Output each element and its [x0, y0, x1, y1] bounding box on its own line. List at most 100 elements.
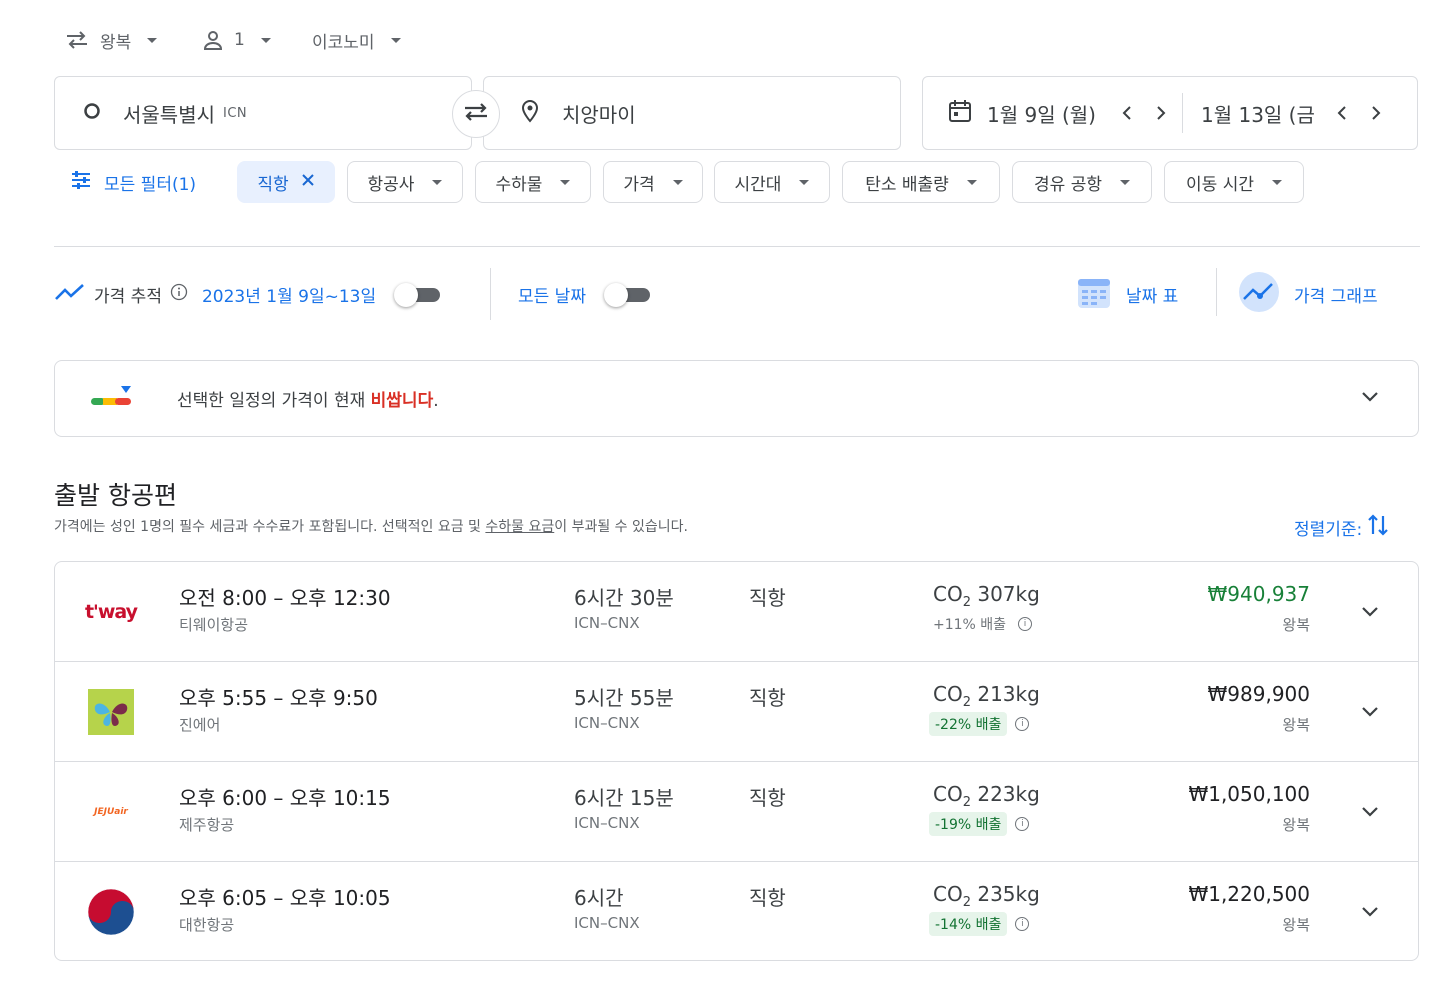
chevron-down-icon[interactable] — [1360, 389, 1380, 408]
flight-row[interactable]: 오후 5:55 – 오후 9:50 진에어 5시간 55분 ICN–CNX 직항… — [55, 662, 1418, 762]
trip-type-select[interactable]: 왕복 — [64, 26, 158, 54]
price-graph-label: 가격 그래프 — [1294, 286, 1378, 307]
info-icon[interactable]: i — [1015, 817, 1030, 831]
filter-chip-times[interactable]: 시간대 — [714, 161, 830, 203]
close-icon[interactable] — [301, 172, 315, 192]
chevron-right-icon[interactable] — [1144, 93, 1178, 133]
filter-chip-label: 직항 — [257, 174, 289, 195]
filter-chip-emissions[interactable]: 탄소 배출량 — [842, 161, 1000, 203]
filter-chip-nonstop[interactable]: 직항 — [237, 161, 335, 203]
swap-arrows-icon — [64, 30, 90, 50]
baggage-fees-link[interactable]: 수하물 요금 — [485, 519, 554, 535]
filter-chip-label: 시간대 — [734, 174, 782, 195]
flight-row[interactable]: 오후 6:05 – 오후 10:05 대한항공 6시간 ICN–CNX 직항 C… — [55, 862, 1418, 960]
flight-route: ICN–CNX — [574, 714, 640, 732]
price-tracking: 가격 추적 2023년 1월 9일~13일 — [54, 274, 441, 314]
location-pin-icon — [520, 99, 540, 127]
price-insight-text: 선택한 일정의 가격이 현재 비쌉니다. — [177, 391, 439, 411]
flight-duration: 6시간 15분 — [574, 786, 674, 810]
divider — [490, 268, 491, 320]
origin-field[interactable]: 서울특별시 ICN — [54, 76, 472, 150]
filter-chip-connecting-airports[interactable]: 경유 공항 — [1012, 161, 1152, 203]
price-graph-button[interactable]: 가격 그래프 — [1238, 271, 1378, 314]
filter-chip-label: 이동 시간 — [1186, 174, 1254, 195]
flight-duration: 6시간 30분 — [574, 586, 674, 610]
sort-label: 정렬기준: — [1294, 520, 1363, 540]
flight-times: 오후 5:55 – 오후 9:50 — [179, 686, 378, 710]
emissions-badge: -19% 배출 i — [929, 812, 1030, 836]
chevron-down-icon[interactable] — [1354, 696, 1386, 728]
info-icon[interactable]: i — [1015, 917, 1030, 931]
price-insight-card[interactable]: 선택한 일정의 가격이 현재 비쌉니다. — [54, 360, 1419, 437]
origin-city: 서울특별시 — [123, 102, 215, 127]
flight-stops: 직항 — [749, 686, 786, 710]
filter-chip-label: 경유 공항 — [1034, 174, 1102, 195]
date-grid-button[interactable]: 날짜 표 — [1076, 274, 1178, 314]
price-tracking-date-range: 2023년 1월 9일~13일 — [201, 286, 377, 307]
price-level-indicator-icon — [89, 384, 135, 414]
trending-icon — [54, 282, 86, 307]
flight-price: ₩1,220,500 — [1188, 882, 1310, 906]
filter-chip-price[interactable]: 가격 — [603, 161, 703, 203]
co2-emissions: CO2 307kg — [933, 582, 1040, 610]
price-tracking-label: 가격 추적 — [94, 286, 162, 307]
chevron-down-icon[interactable] — [1354, 896, 1386, 928]
flight-row[interactable]: JEJUair 오후 6:00 – 오후 10:15 제주항공 6시간 15분 … — [55, 762, 1418, 862]
filter-chip-airline[interactable]: 항공사 — [347, 161, 463, 203]
chevron-right-icon[interactable] — [1359, 93, 1393, 133]
all-filters-label: 모든 필터(1) — [104, 174, 197, 195]
info-icon[interactable] — [170, 283, 188, 306]
airline-name: 제주항공 — [179, 816, 235, 834]
sort-button[interactable]: 정렬기준: — [1294, 512, 1390, 543]
caret-down-icon — [672, 179, 683, 185]
co2-emissions: CO2 223kg — [933, 782, 1040, 810]
swap-locations-button[interactable] — [452, 90, 500, 138]
calendar-icon — [947, 98, 973, 128]
flight-times: 오후 6:00 – 오후 10:15 — [179, 786, 391, 810]
airline-name: 대한항공 — [179, 916, 235, 934]
swap-arrows-icon — [462, 101, 490, 127]
date-grid-icon — [1076, 274, 1112, 315]
filter-chip-duration[interactable]: 이동 시간 — [1164, 161, 1304, 203]
all-filters-button[interactable]: 모든 필터(1) — [70, 166, 196, 198]
co2-emissions: CO2 235kg — [933, 882, 1040, 910]
filter-chip-label: 항공사 — [367, 174, 415, 195]
flight-row[interactable]: t'way 오전 8:00 – 오후 12:30 티웨이항공 6시간 30분 I… — [55, 562, 1418, 662]
track-prices-toggle[interactable] — [394, 282, 441, 307]
price-type: 왕복 — [1282, 916, 1310, 934]
airline-name: 진에어 — [179, 716, 221, 734]
origin-code: ICN — [223, 105, 248, 121]
chevron-left-icon[interactable] — [1110, 93, 1144, 133]
depart-date[interactable]: 1월 9일 (월) — [987, 99, 1096, 128]
any-dates-toggle[interactable] — [603, 282, 650, 307]
section-subtitle: 가격에는 성인 1명의 필수 세금과 수수료가 포함됩니다. 선택적인 요금 및… — [54, 519, 688, 535]
return-date[interactable]: 1월 13일 (금 — [1201, 99, 1315, 128]
any-dates: 모든 날짜 — [518, 274, 650, 314]
info-icon[interactable]: i — [1015, 717, 1030, 731]
airline-logo-jejuair: JEJUair — [94, 807, 128, 817]
section-title: 출발 항공편 — [54, 481, 177, 510]
tune-icon — [70, 170, 92, 195]
chevron-left-icon[interactable] — [1325, 93, 1359, 133]
flight-times: 오전 8:00 – 오후 12:30 — [179, 586, 391, 610]
date-field[interactable]: 1월 9일 (월) 1월 13일 (금 — [922, 76, 1418, 150]
any-dates-label: 모든 날짜 — [518, 286, 586, 307]
info-icon[interactable]: i — [1018, 617, 1033, 631]
co2-emissions: CO2 213kg — [933, 682, 1040, 710]
filter-chip-label: 수하물 — [495, 174, 543, 195]
filter-chip-label: 가격 — [623, 174, 655, 195]
cabin-class-select[interactable]: 이코노미 — [312, 26, 401, 54]
divider — [1216, 268, 1217, 316]
filter-chip-baggage[interactable]: 수하물 — [475, 161, 591, 203]
flight-price: ₩989,900 — [1207, 682, 1310, 706]
destination-field[interactable]: 치앙마이 — [483, 76, 901, 150]
origin-circle-icon — [83, 102, 101, 124]
airline-name: 티웨이항공 — [179, 616, 249, 634]
caret-down-icon — [147, 37, 158, 43]
passenger-select[interactable]: 1 — [202, 26, 271, 54]
date-grid-label: 날짜 표 — [1126, 286, 1179, 307]
flight-route: ICN–CNX — [574, 614, 640, 632]
chevron-down-icon[interactable] — [1354, 596, 1386, 628]
chevron-down-icon[interactable] — [1354, 796, 1386, 828]
destination-city: 치앙마이 — [562, 102, 636, 127]
